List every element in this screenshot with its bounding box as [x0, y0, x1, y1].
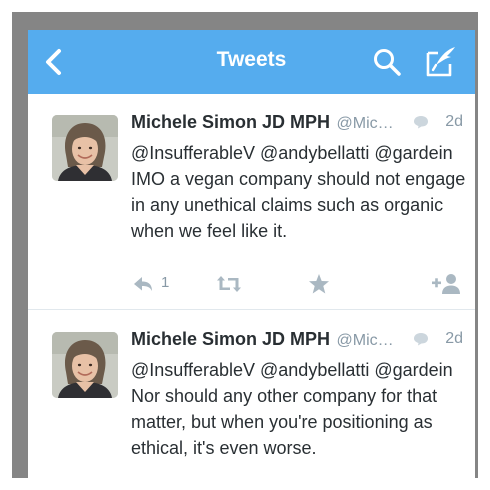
device-frame: Tweets Michele Simon JD MPH @Mic… 2d @In…	[12, 12, 478, 480]
author-handle[interactable]: @Mic…	[337, 115, 394, 132]
app-screen: Tweets Michele Simon JD MPH @Mic… 2d @In…	[28, 30, 475, 480]
avatar[interactable]	[52, 332, 118, 398]
author-name[interactable]: Michele Simon JD MPH	[131, 112, 330, 132]
tweet-header: Michele Simon JD MPH @Mic… 2d	[131, 329, 463, 355]
compose-icon[interactable]	[424, 44, 458, 78]
nav-bar: Tweets	[28, 30, 475, 94]
tweet-actions: 1	[28, 272, 475, 296]
page-title: Tweets	[216, 48, 287, 71]
tweet[interactable]: Michele Simon JD MPH @Mic… 2d @Insuffera…	[28, 311, 475, 480]
tweet-text: @InsufferableV @andybellatti @gardein No…	[131, 360, 453, 458]
avatar[interactable]	[52, 115, 118, 181]
author-name[interactable]: Michele Simon JD MPH	[131, 329, 330, 349]
search-icon[interactable]	[372, 47, 402, 77]
author-handle[interactable]: @Mic…	[337, 332, 394, 349]
timestamp: 2d	[445, 330, 463, 347]
conversation-icon	[414, 333, 428, 346]
follow-user-icon[interactable]	[431, 272, 461, 296]
retweet-icon[interactable]	[216, 272, 242, 296]
conversation-icon	[414, 116, 428, 129]
timestamp: 2d	[445, 113, 463, 130]
reply-count: 1	[161, 274, 170, 291]
tweet-text: @InsufferableV @andybellatti @gardein IM…	[131, 143, 466, 241]
favorite-star-icon[interactable]	[308, 272, 330, 296]
reply-icon[interactable]	[132, 272, 154, 296]
tweet[interactable]: Michele Simon JD MPH @Mic… 2d @Insuffera…	[28, 94, 475, 310]
tweet-header: Michele Simon JD MPH @Mic… 2d	[131, 112, 463, 138]
